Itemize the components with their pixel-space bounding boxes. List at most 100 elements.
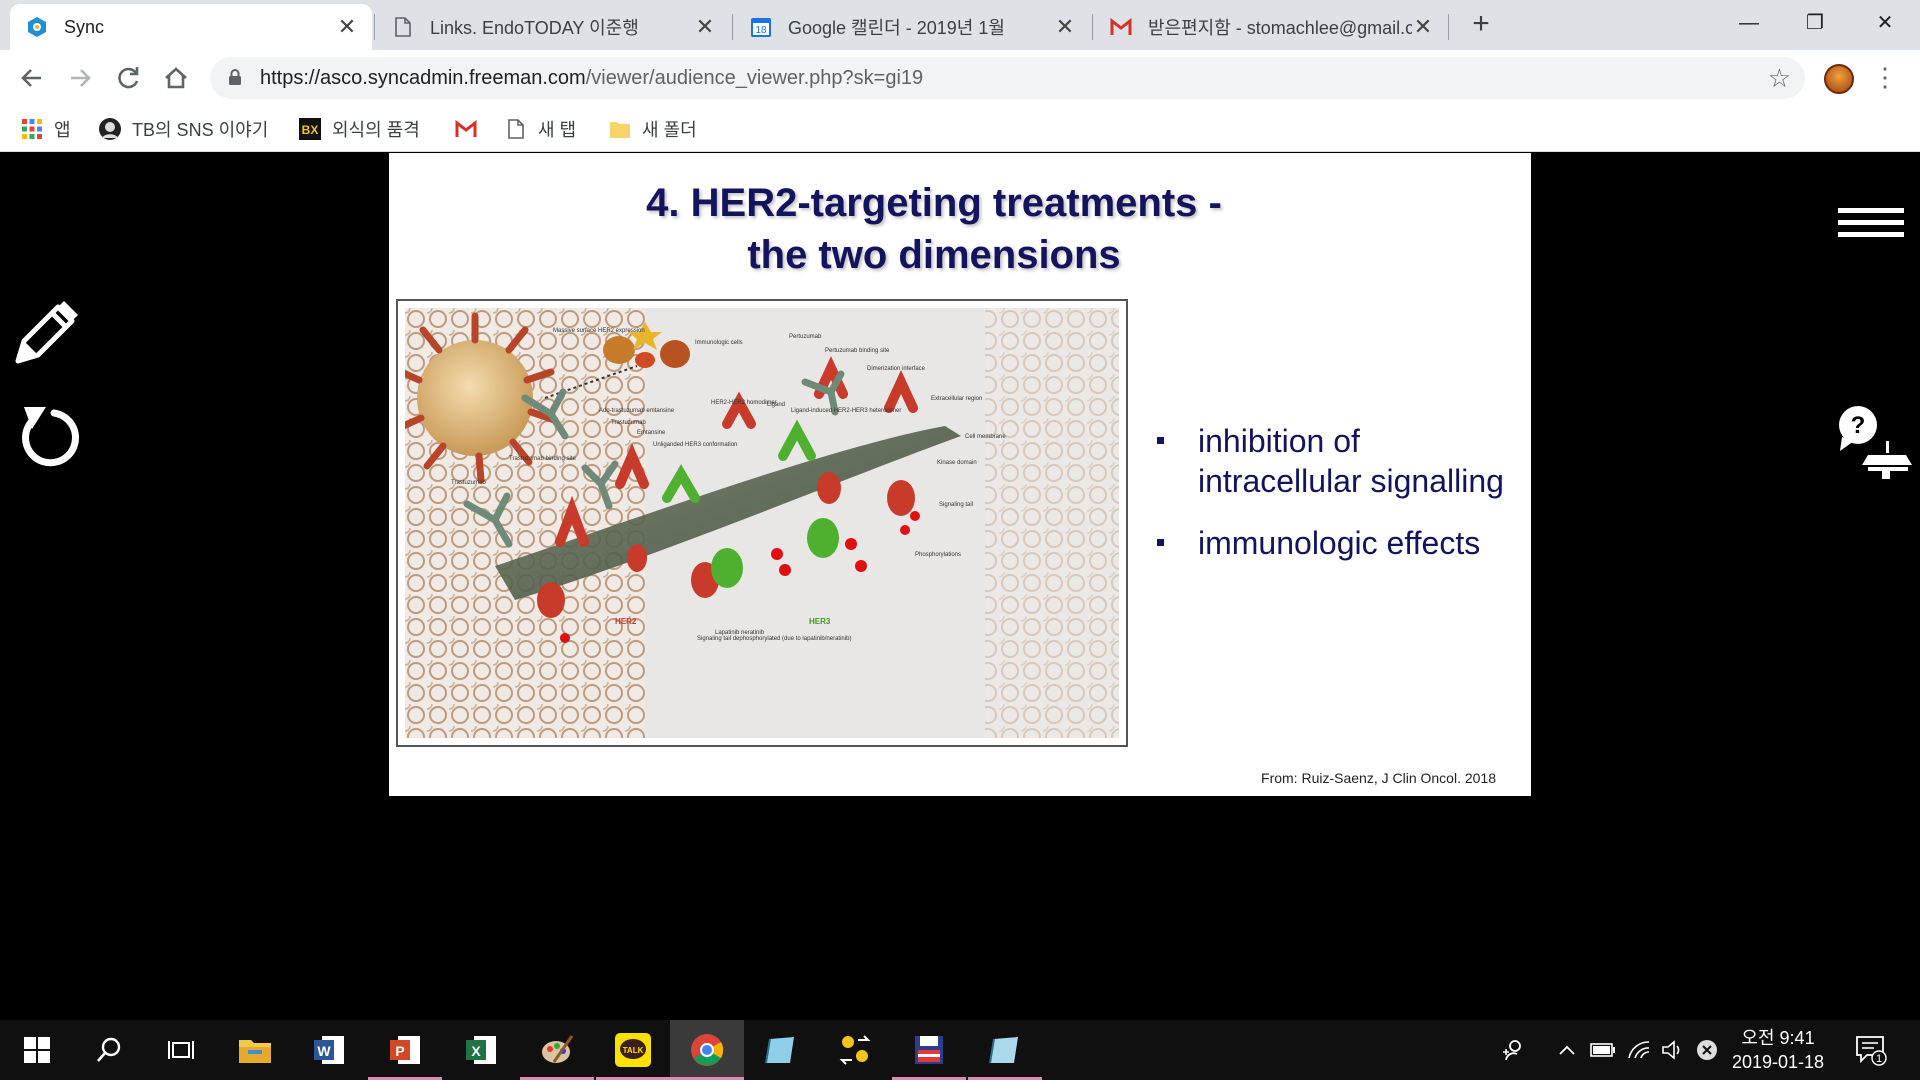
kakaotalk-icon: TALK — [615, 1033, 651, 1067]
chevron-up-icon[interactable] — [1552, 1035, 1582, 1065]
new-tab-button[interactable]: + — [1464, 8, 1498, 42]
slide-title: 4. HER2-targeting treatments - the two d… — [646, 181, 1222, 277]
system-clock[interactable]: 오전 9:41 2019-01-18 — [1718, 1026, 1838, 1074]
slide-citation: From: Ruiz-Saenz, J Clin Oncol. 2018 — [1261, 770, 1496, 786]
svg-text:1: 1 — [1876, 1053, 1882, 1065]
volume-icon[interactable] — [1658, 1035, 1688, 1065]
word-icon: W — [314, 1036, 344, 1064]
tab-separator — [1092, 14, 1093, 40]
transfer-app-icon — [839, 1035, 871, 1065]
task-view-button[interactable] — [144, 1020, 218, 1080]
search-icon — [97, 1037, 121, 1062]
her2-mechanism-figure: Massive surface HER2 expression Immunolo… — [396, 299, 1128, 747]
search-button[interactable] — [72, 1020, 146, 1080]
taskbar-kakaotalk[interactable]: TALK — [596, 1020, 670, 1080]
tab-separator — [374, 14, 375, 40]
svg-text:?: ? — [1851, 412, 1866, 439]
folder-icon — [239, 1040, 271, 1063]
address-bar[interactable]: https://asco.syncadmin.freeman.com/viewe… — [210, 57, 1805, 99]
bookmark-label: 새 탭 — [538, 120, 577, 140]
page-icon — [392, 16, 414, 38]
home-icon — [165, 67, 187, 89]
svg-text:Immunologic cells: Immunologic cells — [695, 340, 743, 346]
tab-endotoday[interactable]: Links. EndoTODAY 이준행 ✕ — [376, 4, 730, 50]
bookmarks-bar: 앱 TB의 SNS 이야기 BX 외식의 품격 새 탭 새 폴더 — [0, 106, 1920, 152]
tab-gmail[interactable]: 받은편지함 - stomachlee@gmail.com ✕ — [1094, 4, 1448, 50]
bookmark-label: TB의 SNS 이야기 — [132, 120, 269, 140]
taskbar-excel[interactable]: X — [444, 1020, 518, 1080]
browser-toolbar: https://asco.syncadmin.freeman.com/viewe… — [0, 50, 1920, 106]
hamburger-menu-icon[interactable] — [1838, 208, 1904, 244]
svg-text:Kinase domain: Kinase domain — [937, 460, 977, 466]
bullet-item: inhibition of intracellular signalling — [1149, 421, 1524, 501]
reload-button[interactable] — [110, 60, 146, 96]
svg-text:Dimerization interface: Dimerization interface — [867, 366, 926, 372]
bookmark-star-icon[interactable]: ☆ — [1768, 63, 1791, 94]
bullet-item: immunologic effects — [1149, 523, 1524, 563]
taskbar-app-transfer[interactable] — [818, 1020, 892, 1080]
svg-text:Massive surface HER2 expressio: Massive surface HER2 expression — [553, 328, 645, 334]
svg-text:Ligand-induced HER2-HER3 heter: Ligand-induced HER2-HER3 heterodimer — [791, 408, 901, 414]
ask-question-icon[interactable]: ? — [1838, 403, 1912, 479]
tab-close-icon[interactable]: ✕ — [1412, 14, 1434, 40]
taskbar-word[interactable]: W — [292, 1020, 366, 1080]
taskbar-app-book-2[interactable] — [968, 1020, 1042, 1080]
close-window-button[interactable]: ✕ — [1860, 6, 1910, 40]
taskbar-paint[interactable] — [520, 1020, 594, 1080]
bookmark-label: 새 폴더 — [642, 120, 697, 140]
reload-icon — [118, 67, 139, 89]
action-center-icon[interactable]: 1 — [1855, 1034, 1887, 1066]
bookmark-tb-sns[interactable]: TB의 SNS 이야기 — [98, 114, 268, 144]
svg-text:Trastuzumab: Trastuzumab — [611, 420, 646, 426]
floppy-app-icon — [915, 1036, 943, 1064]
tab-separator — [732, 14, 733, 40]
book-app-icon — [989, 1037, 1018, 1064]
tab-title: Links. EndoTODAY 이준행 — [430, 18, 639, 38]
taskbar-chrome[interactable] — [670, 1020, 744, 1080]
tab-sync[interactable]: Sync ✕ — [10, 4, 372, 50]
tab-title: Google 캘린더 - 2019년 1월 — [788, 18, 1005, 38]
taskbar-app-save[interactable] — [892, 1020, 966, 1080]
tab-close-icon[interactable]: ✕ — [694, 14, 716, 40]
profile-avatar[interactable] — [1824, 64, 1854, 94]
minimize-button[interactable]: — — [1724, 6, 1774, 40]
bookmark-new-folder[interactable]: 새 폴더 — [608, 114, 697, 144]
battery-icon[interactable] — [1588, 1035, 1618, 1065]
svg-text:Trastuzumab: Trastuzumab — [451, 480, 486, 486]
svg-text:Cell membrane: Cell membrane — [965, 434, 1006, 440]
bookmark-apps[interactable]: 앱 — [20, 114, 71, 144]
tab-google-calendar[interactable]: 18 Google 캘린더 - 2019년 1월 ✕ — [734, 4, 1090, 50]
back-arrow-icon — [21, 69, 41, 87]
svg-text:Unliganded HER3 conformation: Unliganded HER3 conformation — [653, 442, 737, 448]
taskbar-app-book[interactable] — [744, 1020, 818, 1080]
bookmark-bx[interactable]: BX 외식의 품격 — [298, 114, 420, 144]
folder-icon — [608, 117, 632, 141]
svg-text:HER3: HER3 — [809, 617, 831, 626]
pencil-icon[interactable] — [14, 297, 80, 365]
calendar-icon: 18 — [750, 16, 772, 38]
bookmark-new-tab[interactable]: 새 탭 — [504, 114, 576, 144]
svg-text:Extracellular region: Extracellular region — [931, 396, 982, 402]
excel-icon: X — [466, 1036, 496, 1064]
taskbar-powerpoint[interactable]: P — [368, 1020, 442, 1080]
svg-text:Signaling tail dephosphorylate: Signaling tail dephosphorylated (due to … — [697, 636, 851, 642]
restore-button[interactable]: ❐ — [1790, 6, 1840, 40]
svg-text:Trastuzumab binding site: Trastuzumab binding site — [509, 456, 576, 462]
people-icon[interactable] — [1498, 1035, 1528, 1065]
tab-close-icon[interactable]: ✕ — [1054, 14, 1076, 40]
taskbar-file-explorer[interactable] — [218, 1020, 292, 1080]
tab-strip: Sync ✕ Links. EndoTODAY 이준행 ✕ 18 Google … — [0, 0, 1920, 50]
wifi-icon[interactable] — [1624, 1035, 1654, 1065]
back-button[interactable] — [14, 60, 50, 96]
bookmark-gmail[interactable] — [454, 114, 488, 144]
lock-icon — [229, 69, 241, 85]
undo-icon[interactable] — [16, 401, 80, 467]
home-button[interactable] — [158, 60, 194, 96]
start-button[interactable] — [0, 1020, 74, 1080]
tab-close-icon[interactable]: ✕ — [336, 14, 358, 40]
clock-time: 오전 9:41 — [1741, 1028, 1815, 1048]
forward-button[interactable] — [62, 60, 98, 96]
bullet-marker — [1157, 539, 1164, 546]
powerpoint-icon: P — [390, 1036, 420, 1064]
browser-menu-icon[interactable]: ⋮ — [1872, 62, 1898, 92]
